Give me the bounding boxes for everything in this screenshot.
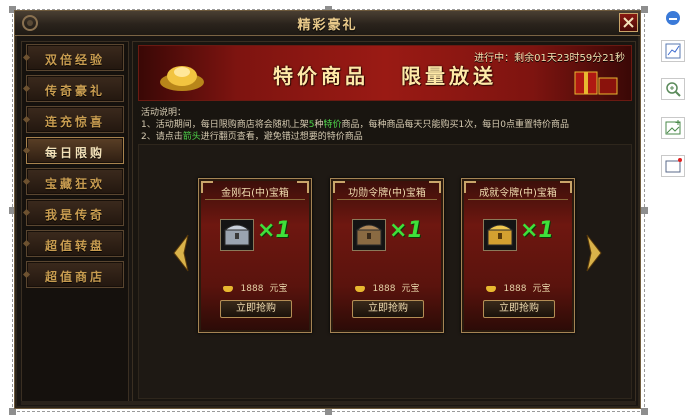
product-name: 金刚石(中)宝箱	[221, 188, 289, 199]
divider	[205, 199, 305, 200]
image-add-icon	[665, 120, 681, 135]
sidebar-item-label: 传奇豪礼	[44, 84, 105, 98]
buy-now-button[interactable]: 立即抢购	[483, 300, 555, 318]
item-slot[interactable]	[220, 219, 254, 251]
close-icon	[623, 17, 634, 28]
prev-page-arrow-icon[interactable]	[172, 233, 190, 273]
sidebar-item-double-exp[interactable]: 双倍经验	[22, 44, 124, 71]
sidebar: 双倍经验 传奇豪礼 连充惊喜 每日限购 宝藏狂欢 我是传奇 超值转盘 超值商店	[21, 41, 129, 403]
sidebar-item-i-am-legend[interactable]: 我是传奇	[22, 199, 124, 226]
sidebar-item-wheel[interactable]: 超值转盘	[22, 230, 124, 257]
resize-handle-br[interactable]	[641, 408, 648, 415]
product-name: 功勋令牌(中)宝箱	[348, 188, 426, 199]
sidebar-item-recharge-surprise[interactable]: 连充惊喜	[22, 106, 124, 133]
sidebar-item-label: 每日限购	[44, 146, 105, 160]
sidebar-item-treasure-carnival[interactable]: 宝藏狂欢	[22, 168, 124, 195]
window-title: 精彩豪礼	[297, 18, 358, 33]
price-value: 1888	[503, 284, 527, 294]
banner-title-right: 限量放送	[401, 64, 497, 88]
sidebar-item-daily-limited[interactable]: 每日限购	[22, 137, 124, 164]
banner-title: 特价商品 限量放送	[139, 60, 631, 89]
resize-handle-bc[interactable]	[325, 408, 332, 415]
resize-handle-bl[interactable]	[9, 408, 16, 415]
window-icon	[665, 158, 682, 173]
minus-circle-icon[interactable]	[666, 11, 680, 25]
product-card: 功勋令牌(中)宝箱 ×1 1888 元宝 立即抢购	[330, 178, 444, 333]
price-currency: 元宝	[401, 284, 420, 294]
zoom-in-icon	[666, 82, 681, 97]
close-button[interactable]	[619, 13, 638, 32]
sidebar-item-legend-gift[interactable]: 传奇豪礼	[22, 75, 124, 102]
buy-now-button[interactable]: 立即抢购	[220, 300, 292, 318]
banner-title-left: 特价商品	[273, 64, 369, 88]
sidebar-item-label: 超值转盘	[44, 239, 105, 253]
price-row: 1888 元宝	[462, 281, 574, 294]
item-slot[interactable]	[352, 219, 386, 251]
price-row: 1888 元宝	[331, 281, 443, 294]
sidebar-item-label: 连充惊喜	[44, 115, 105, 129]
quantity-multiplier: ×1	[389, 218, 423, 243]
zoom-button[interactable]	[661, 78, 685, 100]
product-card: 成就令牌(中)宝箱 ×1 1888 元宝 立即抢购	[461, 178, 575, 333]
bottom-bar	[21, 401, 636, 405]
resize-handle-tr[interactable]	[641, 6, 648, 13]
sidebar-item-label: 宝藏狂欢	[44, 177, 105, 191]
gold-chest-icon	[486, 224, 514, 246]
ingot-icon	[354, 285, 365, 292]
silver-chest-icon	[223, 224, 251, 246]
sidebar-item-label: 我是传奇	[44, 208, 105, 222]
product-name: 成就令牌(中)宝箱	[479, 188, 557, 199]
quantity-multiplier: ×1	[257, 218, 291, 243]
window-button[interactable]	[661, 155, 685, 177]
sidebar-item-label: 超值商店	[44, 270, 105, 284]
ingot-icon	[222, 285, 233, 292]
price-value: 1888	[240, 284, 264, 294]
image-button[interactable]	[661, 117, 685, 139]
resize-handle-mr[interactable]	[641, 207, 648, 214]
chart-button[interactable]	[661, 40, 685, 62]
desc-line-1: 1、活动期间，每日限购商店将会随机上架5种特价商品，每种商品每天只能购买1次，每…	[141, 120, 569, 130]
title-bar: 精彩豪礼	[15, 11, 640, 36]
price-value: 1888	[372, 284, 396, 294]
chart-icon	[665, 43, 681, 59]
price-currency: 元宝	[269, 284, 288, 294]
ingot-icon	[485, 285, 496, 292]
promo-banner: 特价商品 限量放送 进行中：剩余01天23时59分21秒	[138, 45, 632, 101]
bronze-chest-icon	[355, 224, 383, 246]
sidebar-item-label: 双倍经验	[44, 53, 105, 67]
item-slot[interactable]	[483, 219, 517, 251]
buy-now-button[interactable]: 立即抢购	[352, 300, 424, 318]
price-row: 1888 元宝	[199, 281, 311, 294]
desc-line-2: 2、请点击箭头进行翻页查看，避免错过想要的特价商品	[141, 132, 363, 142]
divider	[468, 199, 568, 200]
divider	[337, 199, 437, 200]
next-page-arrow-icon[interactable]	[585, 233, 603, 273]
gift-window: 精彩豪礼 双倍经验 传奇豪礼 连充惊喜 每日限购 宝藏狂欢 我是传奇 超值转盘 …	[14, 10, 641, 409]
desc-heading: 活动说明：	[141, 108, 187, 118]
quantity-multiplier: ×1	[520, 218, 554, 243]
countdown-timer: 进行中：剩余01天23时59分21秒	[474, 53, 625, 64]
product-card: 金刚石(中)宝箱 ×1 1888 元宝 立即抢购	[198, 178, 312, 333]
sidebar-item-shop[interactable]: 超值商店	[22, 261, 124, 288]
activity-description: 活动说明： 1、活动期间，每日限购商店将会随机上架5种特价商品，每种商品每天只能…	[141, 107, 631, 143]
price-currency: 元宝	[532, 284, 551, 294]
